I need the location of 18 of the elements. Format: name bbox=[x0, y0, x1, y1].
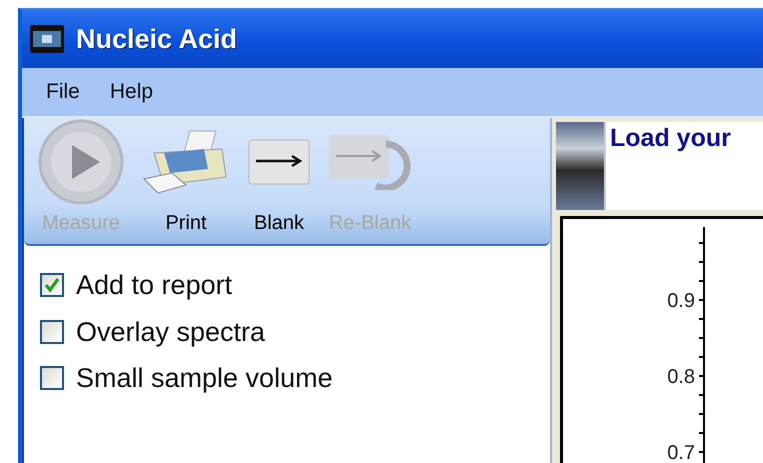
menu-item[interactable]: File bbox=[38, 76, 88, 108]
arrow-loop-icon bbox=[328, 134, 412, 190]
toolbar-button[interactable]: Blank bbox=[244, 116, 314, 238]
checkbox-option[interactable]: Small sample volume bbox=[24, 355, 550, 402]
checkbox[interactable] bbox=[40, 273, 64, 298]
checkbox-option[interactable]: Add to report bbox=[24, 262, 550, 308]
app-icon bbox=[30, 25, 64, 53]
window-title: Nucleic Acid bbox=[76, 22, 238, 56]
axis-tick-label: 0.7 bbox=[667, 442, 695, 463]
menu-item[interactable]: Help bbox=[102, 76, 162, 108]
instruction-text: Load your bbox=[610, 123, 731, 154]
play-icon bbox=[38, 119, 124, 205]
checkbox[interactable] bbox=[40, 320, 64, 344]
checkbox-option[interactable]: Overlay spectra bbox=[24, 308, 550, 355]
toolbar-button[interactable]: Print bbox=[138, 116, 234, 238]
checkbox[interactable] bbox=[40, 366, 64, 390]
axis-tick-label: 0.8 bbox=[667, 366, 695, 388]
axis-tick-label: 0.9 bbox=[667, 290, 695, 312]
